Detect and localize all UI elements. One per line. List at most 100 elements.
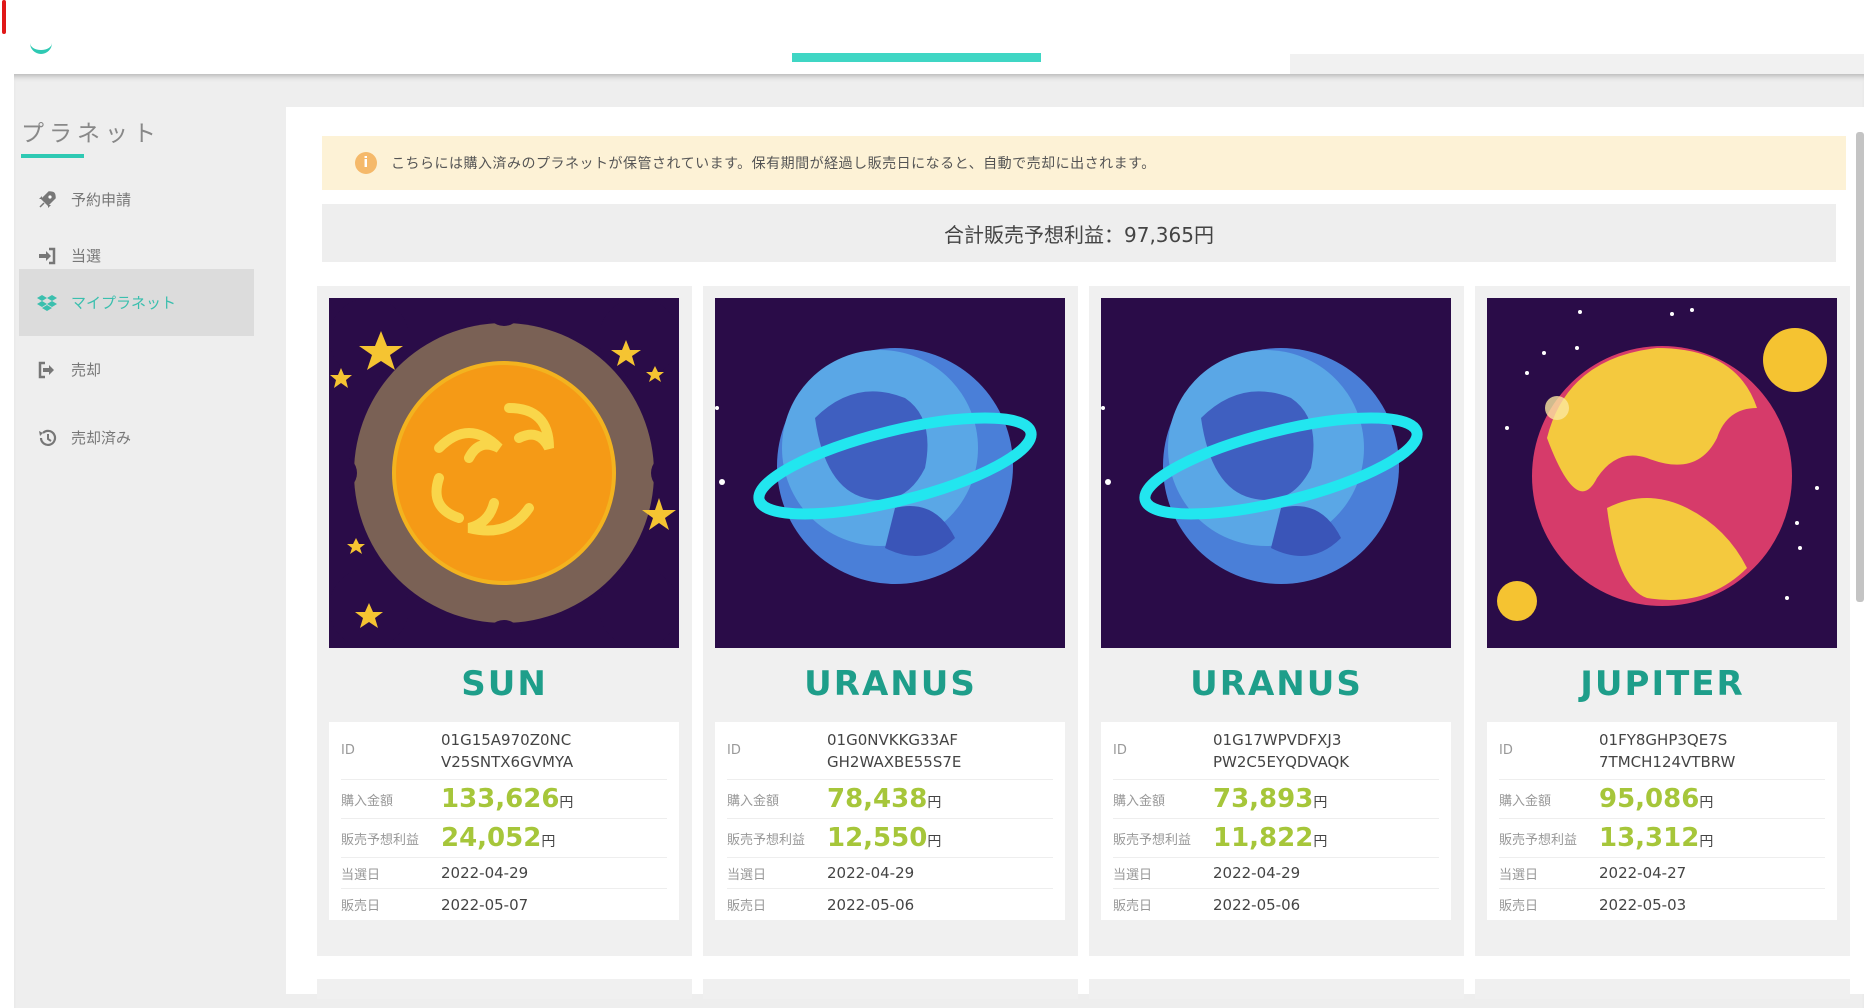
header-panel [1290, 54, 1864, 74]
purchase-value: 95,086円 [1599, 784, 1714, 814]
id-value: 01G17WPVDFXJ3 PW2C5EYQDVAQK [1213, 730, 1350, 771]
planet-info-table: ID 01G0NVKKG33AF GH2WAXBE55S7E 購入金額 78,43… [715, 722, 1065, 920]
main-content: i こちらには購入済みのプラネットが保管されています。保有期間が経過し販売日にな… [286, 107, 1864, 999]
sidebar-item-sold[interactable]: 売却済み [19, 404, 254, 471]
sale-date-label: 販売日 [727, 899, 767, 914]
won-date-row: 当選日 2022-04-29 [341, 858, 667, 889]
scrollbar[interactable] [1856, 132, 1864, 602]
purchase-label: 購入金額 [1113, 793, 1166, 809]
won-date-value: 2022-04-29 [441, 864, 529, 882]
sidebar-title-underline [21, 154, 84, 158]
planet-card[interactable]: URANUS ID 01G0NVKKG33AF GH2WAXBE55S7E 購入金… [703, 286, 1078, 956]
sidebar-title: プラネット [21, 121, 161, 147]
profit-value: 12,550円 [827, 823, 942, 853]
id-row: ID 01G0NVKKG33AF GH2WAXBE55S7E [727, 722, 1053, 780]
won-date-value: 2022-04-29 [827, 864, 915, 882]
planet-card[interactable]: JUPITER ID 01FY8GHP3QE7S 7TMCH124VTBRW 購入… [1475, 286, 1850, 956]
planet-image-sun [329, 298, 679, 648]
won-date-row: 当選日 2022-04-27 [1499, 858, 1825, 889]
sale-date-value: 2022-05-06 [1213, 895, 1301, 914]
notice-banner: i こちらには購入済みのプラネットが保管されています。保有期間が経過し販売日にな… [322, 136, 1846, 190]
top-bar [0, 0, 1864, 74]
sidebar-item-label: 当選 [71, 247, 102, 265]
id-label: ID [727, 743, 741, 758]
id-row: ID 01G15A970Z0NC V25SNTX6GVMYA [341, 722, 667, 780]
red-marker [2, 0, 6, 34]
purchase-value: 73,893円 [1213, 784, 1328, 814]
profit-row: 販売予想利益 11,822円 [1113, 819, 1439, 858]
purchase-row: 購入金額 73,893円 [1113, 780, 1439, 819]
won-date-label: 当選日 [341, 867, 381, 883]
planet-name: URANUS [1190, 664, 1363, 704]
sale-date-value: 2022-05-06 [827, 895, 915, 914]
planet-info-table: ID 01FY8GHP3QE7S 7TMCH124VTBRW 購入金額 95,08… [1487, 722, 1837, 920]
dropbox-icon [33, 293, 61, 313]
sale-date-label: 販売日 [341, 899, 381, 914]
total-profit: 合計販売予想利益：97,365円 [322, 204, 1836, 262]
profit-label: 販売予想利益 [341, 832, 420, 848]
sale-date-value: 2022-05-03 [1599, 895, 1687, 914]
sale-date-value: 2022-05-07 [441, 895, 529, 914]
id-row: ID 01G17WPVDFXJ3 PW2C5EYQDVAQK [1113, 722, 1439, 780]
planet-info-table: ID 01G17WPVDFXJ3 PW2C5EYQDVAQK 購入金額 73,89… [1101, 722, 1451, 920]
planet-image-uranus [715, 298, 1065, 648]
sign-out-icon [33, 360, 61, 380]
sidebar-item-label: 売却 [71, 361, 102, 379]
planet-card-partial[interactable] [1089, 979, 1464, 999]
purchase-value: 78,438円 [827, 784, 942, 814]
planet-card-partial[interactable] [703, 979, 1078, 999]
planet-card-partial[interactable] [317, 979, 692, 999]
id-value: 01G0NVKKG33AF GH2WAXBE55S7E [827, 730, 962, 771]
sale-date-label: 販売日 [1113, 899, 1153, 914]
profit-value: 13,312円 [1599, 823, 1714, 853]
sale-date-row: 販売日 2022-05-06 [727, 889, 1053, 920]
planet-name: SUN [461, 664, 548, 704]
id-label: ID [341, 743, 355, 758]
notice-text: こちらには購入済みのプラネットが保管されています。保有期間が経過し販売日になると… [391, 156, 1156, 172]
profit-label: 販売予想利益 [727, 832, 806, 848]
id-value: 01G15A970Z0NC V25SNTX6GVMYA [441, 730, 574, 771]
logo-icon[interactable] [30, 40, 52, 54]
sale-date-row: 販売日 2022-05-03 [1499, 889, 1825, 920]
purchase-row: 購入金額 78,438円 [727, 780, 1053, 819]
id-value: 01FY8GHP3QE7S 7TMCH124VTBRW [1599, 730, 1736, 771]
sidebar: プラネット 予約申請 当選 マイプラネット 売却 売却済み [14, 74, 254, 1008]
profit-row: 販売予想利益 24,052円 [341, 819, 667, 858]
won-date-label: 当選日 [1113, 867, 1153, 883]
planet-card[interactable]: URANUS ID 01G17WPVDFXJ3 PW2C5EYQDVAQK 購入金… [1089, 286, 1464, 956]
won-date-label: 当選日 [727, 867, 767, 883]
id-label: ID [1499, 743, 1513, 758]
won-date-value: 2022-04-27 [1599, 864, 1687, 882]
planet-card-partial[interactable] [1475, 979, 1850, 999]
purchase-value: 133,626円 [441, 784, 574, 814]
purchase-label: 購入金額 [727, 793, 780, 809]
profit-value: 11,822円 [1213, 823, 1328, 853]
planet-info-table: ID 01G15A970Z0NC V25SNTX6GVMYA 購入金額 133,6… [329, 722, 679, 920]
info-icon: i [355, 152, 377, 174]
won-date-row: 当選日 2022-04-29 [727, 858, 1053, 889]
sidebar-item-label: 予約申請 [71, 191, 132, 209]
planet-name: JUPITER [1580, 664, 1745, 704]
won-date-row: 当選日 2022-04-29 [1113, 858, 1439, 889]
sign-in-icon [33, 246, 61, 266]
id-label: ID [1113, 743, 1127, 758]
sidebar-item-sell[interactable]: 売却 [19, 336, 254, 403]
sidebar-item-my-planet[interactable]: マイプラネット [19, 269, 254, 336]
planet-image-jupiter [1487, 298, 1837, 648]
purchase-label: 購入金額 [341, 793, 394, 809]
planet-card[interactable]: SUN ID 01G15A970Z0NC V25SNTX6GVMYA 購入金額 1… [317, 286, 692, 956]
profit-row: 販売予想利益 13,312円 [1499, 819, 1825, 858]
sidebar-item-label: 売却済み [71, 429, 132, 447]
planet-name: URANUS [804, 664, 977, 704]
planet-image-uranus [1101, 298, 1451, 648]
profit-row: 販売予想利益 12,550円 [727, 819, 1053, 858]
profit-label: 販売予想利益 [1499, 832, 1578, 848]
won-date-value: 2022-04-29 [1213, 864, 1301, 882]
profit-value: 24,052円 [441, 823, 556, 853]
planet-card-list: SUN ID 01G15A970Z0NC V25SNTX6GVMYA 購入金額 1… [317, 286, 1857, 994]
rocket-icon [33, 190, 61, 210]
history-icon [33, 428, 61, 448]
purchase-row: 購入金額 95,086円 [1499, 780, 1825, 819]
profit-label: 販売予想利益 [1113, 832, 1192, 848]
active-tab-indicator [792, 53, 1041, 62]
